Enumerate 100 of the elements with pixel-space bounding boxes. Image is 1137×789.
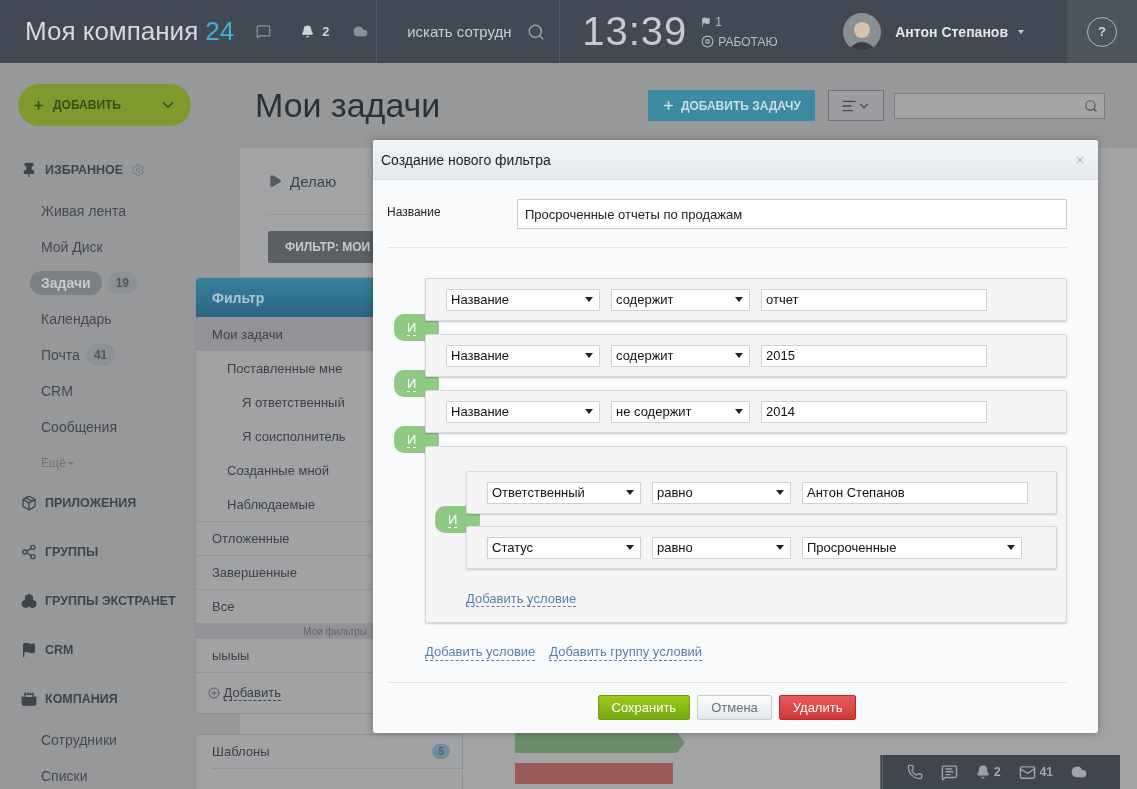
count-badge: 19 xyxy=(107,272,137,294)
delete-button[interactable]: Удалить xyxy=(778,694,857,720)
field-select[interactable]: Название xyxy=(446,344,600,367)
sidebar-item[interactable]: Почта xyxy=(41,347,80,363)
notification-count: 2 xyxy=(322,24,330,39)
operator-select[interactable]: содержит xyxy=(611,288,750,311)
caret-icon xyxy=(585,409,593,414)
sidebar-item[interactable]: Сотрудники xyxy=(41,732,117,748)
caret-icon xyxy=(585,353,593,358)
flag-icon xyxy=(701,16,712,27)
caret-icon[interactable] xyxy=(1018,29,1024,34)
section-icon xyxy=(21,593,37,609)
value-select[interactable]: Просроченные xyxy=(802,536,1022,559)
add-button[interactable]: ДОБАВИТЬ xyxy=(18,84,191,126)
message-count: 41 xyxy=(1039,765,1054,779)
sidebar-item[interactable]: Списки xyxy=(41,768,88,784)
value-input[interactable]: 2014 xyxy=(761,400,987,423)
search-field[interactable]: искать сотрудн xyxy=(405,22,528,41)
filter-item[interactable]: Я соисполнитель xyxy=(196,419,373,453)
value-input[interactable]: отчет xyxy=(761,288,987,311)
section-icon xyxy=(21,544,37,560)
caret-icon xyxy=(776,490,784,495)
section-icon xyxy=(21,642,37,658)
operator-select[interactable]: не содержит xyxy=(611,400,750,423)
section-icon xyxy=(21,162,37,178)
caret-icon xyxy=(626,490,634,495)
value-input[interactable]: Антон Степанов xyxy=(802,481,1028,504)
search-icon xyxy=(1084,98,1098,113)
caret-icon xyxy=(735,297,743,302)
caret-icon xyxy=(735,353,743,358)
avatar[interactable] xyxy=(843,12,882,51)
count-badge: 41 xyxy=(85,344,116,366)
value-input[interactable]: 2015 xyxy=(761,344,987,367)
mail-icon[interactable] xyxy=(1018,763,1036,781)
menu-title: Фильтр xyxy=(212,289,265,306)
work-status[interactable]: РАБОТАЮ xyxy=(718,34,778,49)
section-title[interactable]: ГРУППЫ xyxy=(45,545,99,559)
name-input[interactable]: Просроченные отчеты по продажам xyxy=(517,199,1067,229)
flag-count: 1 xyxy=(715,14,722,29)
phone-icon[interactable] xyxy=(907,764,923,780)
caret-icon xyxy=(585,297,593,302)
sidebar-item[interactable]: Календарь xyxy=(41,311,112,327)
sidebar-item[interactable]: Живая лента xyxy=(41,203,126,219)
sidebar-item[interactable]: CRM xyxy=(41,383,73,399)
section-title[interactable]: КОМПАНИЯ xyxy=(45,692,118,706)
sidebar-item[interactable]: Сообщения xyxy=(41,419,117,435)
notification-count: 2 xyxy=(994,765,1001,779)
caret-icon xyxy=(1007,545,1015,550)
stop-icon[interactable] xyxy=(701,35,715,48)
filter-item[interactable]: Поставленные мне xyxy=(196,351,373,385)
logo-number: 24 xyxy=(205,16,235,47)
section-icon xyxy=(21,495,37,511)
user-name[interactable]: Антон Степанов xyxy=(895,23,1008,40)
add-condition-link[interactable]: Добавить условие xyxy=(425,644,536,661)
field-select[interactable]: Статус xyxy=(487,536,641,559)
filter-item[interactable]: Я ответственный xyxy=(196,385,373,419)
view-button[interactable] xyxy=(828,90,884,121)
operator-select[interactable]: равно xyxy=(652,536,791,559)
section-title[interactable]: ГРУППЫ ЭКСТРАНЕТ xyxy=(45,594,176,608)
field-label: Название xyxy=(387,204,442,219)
add-link[interactable]: Добавить xyxy=(223,684,281,702)
search-field[interactable] xyxy=(894,92,1105,119)
filter-item[interactable]: Мои задачи xyxy=(196,317,373,351)
chat-icon[interactable] xyxy=(256,24,272,39)
section-title[interactable]: ПРИЛОЖЕНИЯ xyxy=(45,496,137,510)
section-title[interactable]: CRM xyxy=(45,643,74,657)
bell-icon[interactable] xyxy=(976,765,990,779)
save-button[interactable]: Сохранить xyxy=(597,694,691,720)
sidebar-item[interactable]: Задачи xyxy=(30,271,102,295)
filter-item[interactable]: Наблюдаемые xyxy=(196,487,373,521)
caret-icon xyxy=(776,545,784,550)
cloud-icon[interactable] xyxy=(353,24,369,39)
operator-select[interactable]: содержит xyxy=(611,344,750,367)
templates-item[interactable]: Шаблоны xyxy=(212,744,270,759)
add-group-link[interactable]: Добавить группу условий xyxy=(549,644,703,661)
section-icon xyxy=(21,691,37,707)
logo: Моя компания xyxy=(25,16,199,47)
dialog-title: Создание нового фильтра xyxy=(381,151,551,168)
add-task-button[interactable]: ДОБАВИТЬ ЗАДАЧУ xyxy=(647,90,815,121)
add-condition-link[interactable]: Добавить условие xyxy=(466,591,577,607)
field-select[interactable]: Ответственный xyxy=(487,481,641,504)
filter-item[interactable]: Созданные мной xyxy=(196,453,373,487)
sidebar-item[interactable]: Мой Диск xyxy=(41,239,103,255)
operator-select[interactable]: равно xyxy=(652,481,791,504)
plus-icon xyxy=(661,99,675,112)
cancel-button[interactable]: Отмена xyxy=(697,694,772,720)
chat-icon[interactable] xyxy=(941,763,958,781)
bell-icon[interactable] xyxy=(301,25,315,38)
field-select[interactable]: Название xyxy=(446,400,600,423)
plus-icon xyxy=(32,98,45,112)
cloud-icon[interactable] xyxy=(1071,764,1088,780)
add-icon xyxy=(207,687,220,699)
tab[interactable]: Делаю xyxy=(290,172,337,190)
caret-icon xyxy=(626,545,634,550)
page-title: Мои задачи xyxy=(255,86,441,125)
clock: 13:39 xyxy=(582,9,688,54)
play-icon xyxy=(268,174,282,188)
caret-icon xyxy=(735,409,743,414)
section-title[interactable]: ИЗБРАННОЕ xyxy=(45,163,124,177)
field-select[interactable]: Название xyxy=(446,288,600,311)
